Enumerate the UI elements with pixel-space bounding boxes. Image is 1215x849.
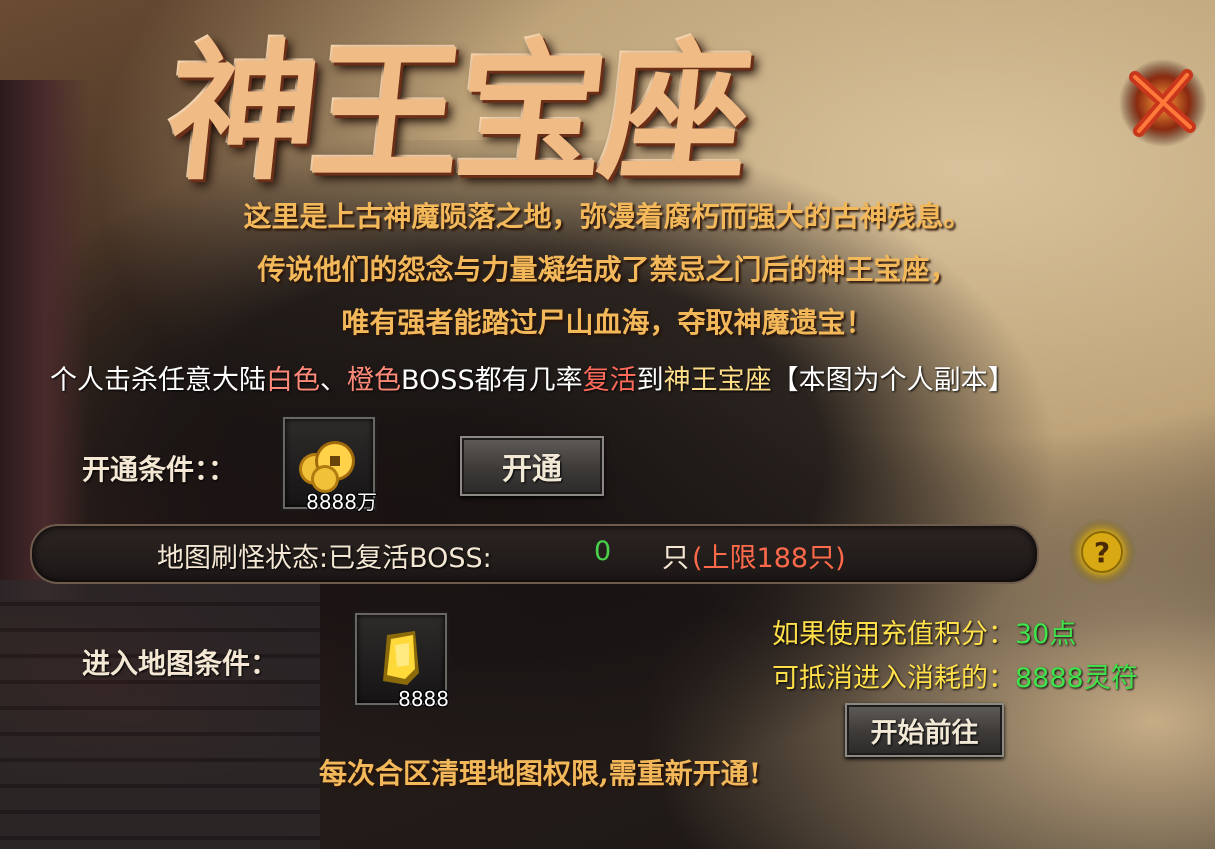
close-icon bbox=[1119, 59, 1207, 147]
recharge-points-line: 如果使用充值积分：30点 bbox=[772, 612, 1076, 651]
help-button[interactable]: ? bbox=[1066, 516, 1138, 588]
offset-cost-line: 可抵消进入消耗的：8888灵符 bbox=[772, 656, 1138, 695]
notice-text: 到 bbox=[636, 365, 664, 396]
offset-cost-value: 8888灵符 bbox=[1015, 663, 1138, 694]
entry-cost-slot[interactable]: 8888 bbox=[355, 613, 449, 711]
notice-map-name: 神王宝座 bbox=[663, 365, 772, 396]
boss-limit: (上限188只) bbox=[692, 543, 846, 574]
stone-stairs-decoration bbox=[0, 580, 320, 849]
boss-revive-notice: 个人击杀任意大陆白色、橙色BOSS都有几率复活到神王宝座【本图为个人副本】 bbox=[50, 358, 1190, 398]
notice-text: BOSS都有几率 bbox=[401, 365, 583, 396]
lore-line-1: 这里是上古神魔陨落之地，弥漫着腐朽而强大的古神残息。 bbox=[243, 200, 972, 233]
start-travel-button[interactable]: 开始前往 bbox=[845, 703, 1004, 757]
unlock-condition-label: 开通条件：： bbox=[82, 453, 237, 486]
lore-text: 这里是上古神魔陨落之地，弥漫着腐朽而强大的古神残息。 传说他们的怨念与力量凝结成… bbox=[0, 190, 1215, 349]
status-unit: 只 bbox=[662, 543, 689, 574]
unlock-cost-slot[interactable]: 8888万 bbox=[283, 417, 377, 514]
title-banner: 神王宝座 bbox=[150, 0, 810, 201]
question-mark-icon: ? bbox=[1068, 518, 1136, 586]
unlock-button[interactable]: 开通 bbox=[460, 436, 604, 496]
unlock-cost-quantity: 8888万 bbox=[306, 490, 377, 514]
notice-solo-tag: 【本图为个人副本】 bbox=[771, 365, 1015, 396]
entry-condition-label: 进入地图条件： bbox=[82, 647, 279, 680]
lore-line-3: 唯有强者能踏过尸山血海，夺取神魔遗宝！ bbox=[341, 306, 874, 339]
notice-separator: 、 bbox=[320, 365, 347, 396]
close-button[interactable] bbox=[1115, 55, 1210, 150]
recharge-points-value: 30点 bbox=[1015, 619, 1077, 650]
notice-revive-highlight: 复活 bbox=[582, 365, 637, 396]
notice-text: 个人击杀任意大陆 bbox=[50, 365, 266, 396]
notice-white-highlight: 白色 bbox=[266, 365, 320, 396]
entry-cost-quantity: 8888 bbox=[398, 687, 449, 711]
svg-text:?: ? bbox=[1094, 536, 1110, 569]
notice-orange-highlight: 橙色 bbox=[347, 365, 401, 396]
status-label: 地图刷怪状态:已复活BOSS: bbox=[157, 543, 492, 574]
page-title: 神王宝座 bbox=[159, 25, 754, 201]
merge-server-warning: 每次合区清理地图权限,需重新开通! bbox=[318, 757, 762, 790]
offset-cost-label: 可抵消进入消耗的： bbox=[772, 663, 1015, 694]
map-status-bar: 地图刷怪状态:已复活BOSS: 0 只 (上限188只) bbox=[30, 524, 1039, 584]
recharge-points-label: 如果使用充值积分： bbox=[772, 619, 1015, 650]
lore-line-2: 传说他们的怨念与力量凝结成了禁忌之门后的神王宝座， bbox=[257, 253, 958, 286]
revived-boss-count: 0 bbox=[594, 536, 612, 567]
